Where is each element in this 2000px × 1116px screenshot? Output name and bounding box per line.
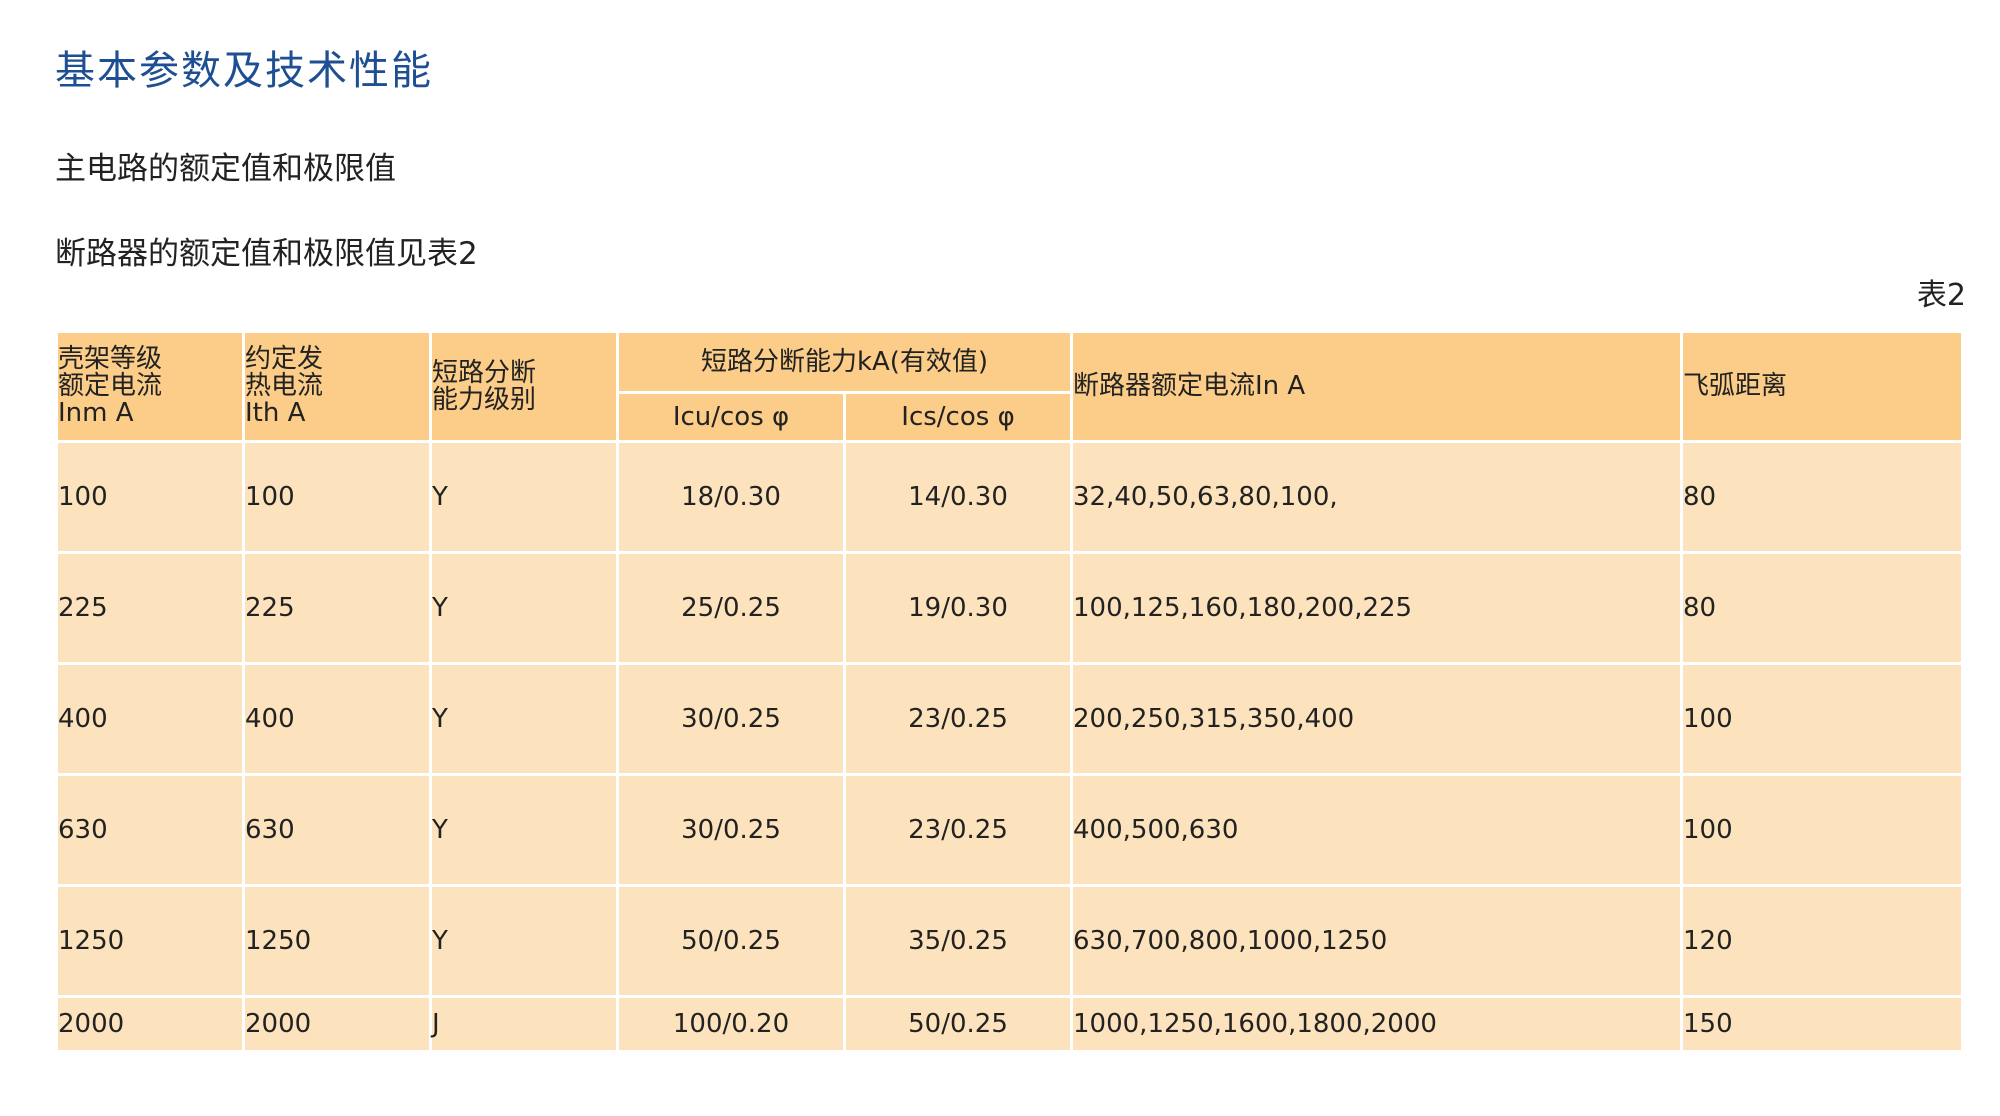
- header-arc-distance: 飞弧距离: [1680, 330, 1965, 443]
- cell-icu: 100/0.20: [616, 995, 846, 1053]
- page-title: 基本参数及技术性能: [55, 48, 433, 94]
- cell-inm: 400: [55, 662, 245, 776]
- header-icu: Icu/cos φ: [616, 391, 846, 443]
- cell-class: Y: [429, 662, 619, 776]
- table-row: 2000 2000 J 100/0.20 50/0.25 1000,1250,1…: [55, 995, 1965, 1053]
- cell-ith: 225: [242, 551, 432, 665]
- cell-class: Y: [429, 440, 619, 554]
- cell-ith: 630: [242, 773, 432, 887]
- cell-ics: 23/0.25: [842, 773, 1074, 887]
- parameters-table: 壳架等级 额定电流 Inm A 约定发 热电流 Ith A 短路分断 能力级别 …: [55, 330, 1965, 1053]
- cell-ics: 50/0.25: [842, 995, 1074, 1053]
- cell-rated-current: 630,700,800,1000,1250: [1070, 884, 1684, 998]
- cell-class: Y: [429, 773, 619, 887]
- table-row: 1250 1250 Y 50/0.25 35/0.25 630,700,800,…: [55, 884, 1965, 998]
- section-heading: 主电路的额定值和极限值: [55, 151, 396, 187]
- cell-ics: 19/0.30: [842, 551, 1074, 665]
- header-rated-current: 断路器额定电流In A: [1070, 330, 1684, 443]
- cell-class: Y: [429, 884, 619, 998]
- cell-icu: 25/0.25: [616, 551, 846, 665]
- cell-icu: 18/0.30: [616, 440, 846, 554]
- table-row: 225 225 Y 25/0.25 19/0.30 100,125,160,18…: [55, 551, 1965, 665]
- header-breaking-capacity: 短路分断能力kA(有效值): [615, 330, 1074, 394]
- header-thermal-current: 约定发 热电流 Ith A: [242, 330, 432, 443]
- table-row: 400 400 Y 30/0.25 23/0.25 200,250,315,35…: [55, 662, 1965, 776]
- table-label: 表2: [1916, 278, 1966, 313]
- cell-ith: 1250: [242, 884, 432, 998]
- cell-inm: 225: [55, 551, 245, 665]
- cell-ics: 35/0.25: [842, 884, 1074, 998]
- cell-class: J: [429, 995, 619, 1053]
- cell-rated-current: 400,500,630: [1070, 773, 1684, 887]
- cell-arc-distance: 100: [1680, 662, 1965, 776]
- cell-rated-current: 200,250,315,350,400: [1070, 662, 1684, 776]
- cell-rated-current: 100,125,160,180,200,225: [1070, 551, 1684, 665]
- cell-icu: 50/0.25: [616, 884, 846, 998]
- cell-inm: 100: [55, 440, 245, 554]
- cell-arc-distance: 100: [1680, 773, 1965, 887]
- cell-inm: 630: [55, 773, 245, 887]
- cell-ith: 400: [242, 662, 432, 776]
- section-note: 断路器的额定值和极限值见表2: [55, 236, 478, 272]
- cell-inm: 2000: [55, 995, 245, 1053]
- cell-arc-distance: 150: [1680, 995, 1965, 1053]
- cell-ics: 23/0.25: [842, 662, 1074, 776]
- cell-arc-distance: 80: [1680, 440, 1965, 554]
- table-row: 100 100 Y 18/0.30 14/0.30 32,40,50,63,80…: [55, 440, 1965, 554]
- cell-class: Y: [429, 551, 619, 665]
- cell-ics: 14/0.30: [842, 440, 1074, 554]
- header-breaking-class: 短路分断 能力级别: [429, 330, 619, 443]
- cell-inm: 1250: [55, 884, 245, 998]
- table-header: 壳架等级 额定电流 Inm A 约定发 热电流 Ith A 短路分断 能力级别 …: [55, 330, 1965, 443]
- header-frame-rating: 壳架等级 额定电流 Inm A: [55, 330, 245, 443]
- table-body: 100 100 Y 18/0.30 14/0.30 32,40,50,63,80…: [55, 440, 1965, 1053]
- cell-arc-distance: 120: [1680, 884, 1965, 998]
- cell-icu: 30/0.25: [616, 662, 846, 776]
- header-ics: Ics/cos φ: [842, 391, 1074, 443]
- cell-rated-current: 1000,1250,1600,1800,2000: [1070, 995, 1684, 1053]
- cell-rated-current: 32,40,50,63,80,100,: [1070, 440, 1684, 554]
- cell-arc-distance: 80: [1680, 551, 1965, 665]
- cell-ith: 100: [242, 440, 432, 554]
- cell-icu: 30/0.25: [616, 773, 846, 887]
- table-row: 630 630 Y 30/0.25 23/0.25 400,500,630 10…: [55, 773, 1965, 887]
- cell-ith: 2000: [242, 995, 432, 1053]
